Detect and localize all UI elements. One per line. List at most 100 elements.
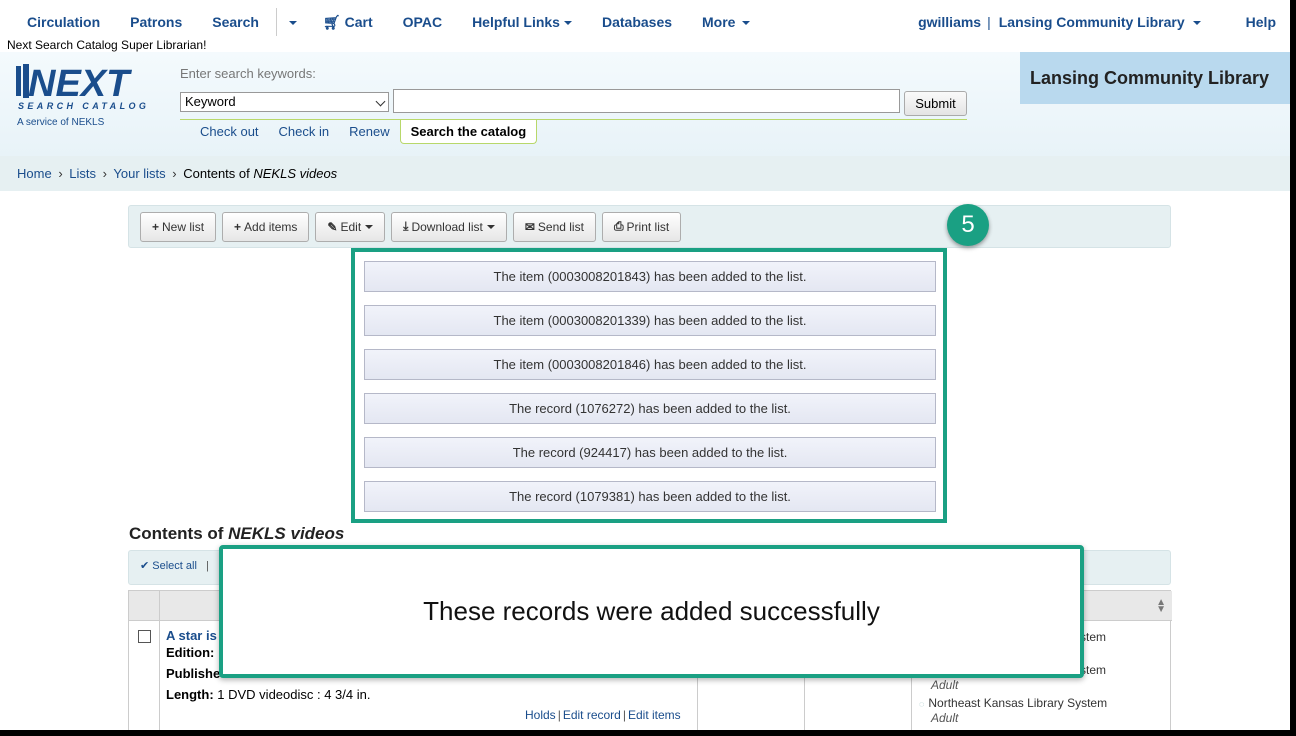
tab-search-catalog[interactable]: Search the catalog <box>399 120 538 144</box>
plus-icon: + <box>234 219 242 234</box>
tagline: Next Search Catalog Super Librarian! <box>7 38 207 52</box>
location-icon: ◌ <box>919 699 925 709</box>
check-icon: ✔ <box>140 560 150 572</box>
download-list-label: Download list <box>411 219 483 234</box>
search-input[interactable] <box>393 89 900 113</box>
breadcrumb-home[interactable]: Home <box>17 166 52 181</box>
download-list-button[interactable]: ⤓ Download list <box>391 211 507 242</box>
koha-staff-window: Circulation Patrons Search 🛒︎ Cart OPAC … <box>0 0 1290 730</box>
nav-library[interactable]: Lansing Community Library <box>993 14 1216 30</box>
new-list-button[interactable]: + New list <box>140 211 217 242</box>
plus-icon: + <box>152 219 160 234</box>
messages-highlight: The item (0003008201843) has been added … <box>351 248 947 523</box>
next-logo[interactable]: NEXT SEARCH CATALOG <box>16 62 171 112</box>
tab-check-in[interactable]: Check in <box>269 120 340 144</box>
new-list-label: New list <box>162 219 205 234</box>
logo-service-text: A service of NEKLS <box>17 117 105 128</box>
nav-opac[interactable]: OPAC <box>388 14 457 30</box>
search-type-value: Keyword <box>185 94 236 109</box>
print-list-button[interactable]: ⎙ Print list <box>601 211 682 242</box>
item-title-link[interactable]: A star is <box>166 628 217 643</box>
success-message: The record (1079381) has been added to t… <box>364 481 936 512</box>
success-message: The record (1076272) has been added to t… <box>364 393 936 424</box>
edit-label: Edit <box>340 219 362 234</box>
logo-text: NEXT <box>28 63 132 105</box>
nav-cart-label: Cart <box>344 13 373 30</box>
submit-button[interactable]: Submit <box>904 91 967 116</box>
location-sub: Adult <box>931 711 959 725</box>
nav-helpful-links[interactable]: Helpful Links <box>457 14 587 30</box>
tab-check-out[interactable]: Check out <box>190 120 269 144</box>
nav-cart[interactable]: 🛒︎ Cart <box>303 14 388 31</box>
edit-button[interactable]: ✎ Edit <box>315 211 386 242</box>
success-message: The item (0003008201339) has been added … <box>364 305 936 336</box>
caret-down-icon <box>288 21 297 26</box>
holds-link[interactable]: Holds <box>525 708 556 722</box>
nav-search[interactable]: Search <box>197 14 274 30</box>
download-icon: ⤓ <box>403 219 409 233</box>
top-navbar: Circulation Patrons Search 🛒︎ Cart OPAC … <box>0 8 1290 36</box>
item-publisher: Publishe <box>166 666 220 681</box>
breadcrumb-your-lists[interactable]: Your lists <box>113 166 165 181</box>
tab-renew[interactable]: Renew <box>339 120 399 144</box>
list-toolbar: + New list + Add items ✎ Edit ⤓ Download lis… <box>128 205 1171 248</box>
chevron-down-icon <box>375 96 386 107</box>
row-checkbox[interactable] <box>138 630 151 643</box>
location-name: Northeast Kansas Library System <box>928 696 1108 710</box>
contents-name: NEKLS videos <box>228 524 345 543</box>
item-length: Length: 1 DVD videodisc : 4 3/4 in. <box>166 687 370 702</box>
add-items-button[interactable]: + Add items <box>222 211 310 242</box>
select-sep: | <box>205 560 209 572</box>
nav-help[interactable]: Help <box>1216 14 1290 30</box>
breadcrumb: Home › Lists › Your lists › Contents of … <box>0 156 1290 191</box>
breadcrumb-sep: › <box>58 166 63 181</box>
publisher-label: Publishe <box>166 666 221 681</box>
add-items-label: Add items <box>244 219 298 234</box>
contents-heading: Contents of NEKLS videos <box>129 524 344 544</box>
column-divider <box>159 621 160 730</box>
link-sep: | <box>557 708 561 722</box>
print-list-label: Print list <box>626 219 670 234</box>
nav-more[interactable]: More <box>687 14 765 30</box>
cart-icon: 🛒︎ <box>322 13 341 30</box>
location-entry: ◌ Northeast Kansas Library System <box>919 696 1107 710</box>
nav-circulation[interactable]: Circulation <box>0 14 115 30</box>
search-hint: Enter search keywords: <box>180 66 316 81</box>
header: NEXT SEARCH CATALOG A service of NEKLS E… <box>0 52 1290 156</box>
library-name-box: Lansing Community Library <box>1020 52 1290 104</box>
nav-user[interactable]: gwilliams <box>903 14 985 30</box>
search-menu-toggle[interactable] <box>279 14 303 30</box>
caret-down-icon <box>486 224 495 229</box>
success-message: The item (0003008201843) has been added … <box>364 261 936 292</box>
item-edition: Edition: <box>166 645 214 660</box>
breadcrumb-lists[interactable]: Lists <box>69 166 96 181</box>
printer-icon: ⎙ <box>613 219 624 233</box>
edit-record-link[interactable]: Edit record <box>563 708 621 722</box>
success-message: The item (0003008201846) has been added … <box>364 349 936 380</box>
envelope-icon: ✉ <box>524 219 535 234</box>
logo-subtext: SEARCH CATALOG <box>18 101 149 111</box>
send-list-button[interactable]: ✉ Send list <box>512 211 596 242</box>
contents-prefix: Contents of <box>129 524 229 543</box>
link-sep: | <box>622 708 626 722</box>
nav-databases[interactable]: Databases <box>587 14 687 30</box>
nav-helpful-links-label: Helpful Links <box>472 14 560 30</box>
success-callout: These records were added successfully <box>219 545 1084 678</box>
edition-label: Edition: <box>166 645 215 660</box>
select-all-label: Select all <box>152 560 197 572</box>
breadcrumb-sep: › <box>102 166 107 181</box>
select-all-link[interactable]: ✔ Select all <box>140 560 197 572</box>
nav-divider <box>275 8 277 36</box>
length-label: Length: <box>166 687 214 702</box>
item-actions: Holds | Edit record | Edit items <box>525 708 681 722</box>
step-badge: 5 <box>947 204 989 246</box>
search-type-select[interactable]: Keyword <box>180 92 389 112</box>
caret-down-icon <box>1192 21 1201 26</box>
sort-icon[interactable]: ▲ ▼ <box>1156 598 1166 615</box>
nav-more-label: More <box>702 14 736 30</box>
nav-patrons[interactable]: Patrons <box>115 14 197 30</box>
breadcrumb-current-name: NEKLS videos <box>253 166 338 181</box>
edit-items-link[interactable]: Edit items <box>628 708 681 722</box>
nav-pipe: | <box>987 14 991 30</box>
length-value: 1 DVD videodisc : 4 3/4 in. <box>217 687 371 702</box>
